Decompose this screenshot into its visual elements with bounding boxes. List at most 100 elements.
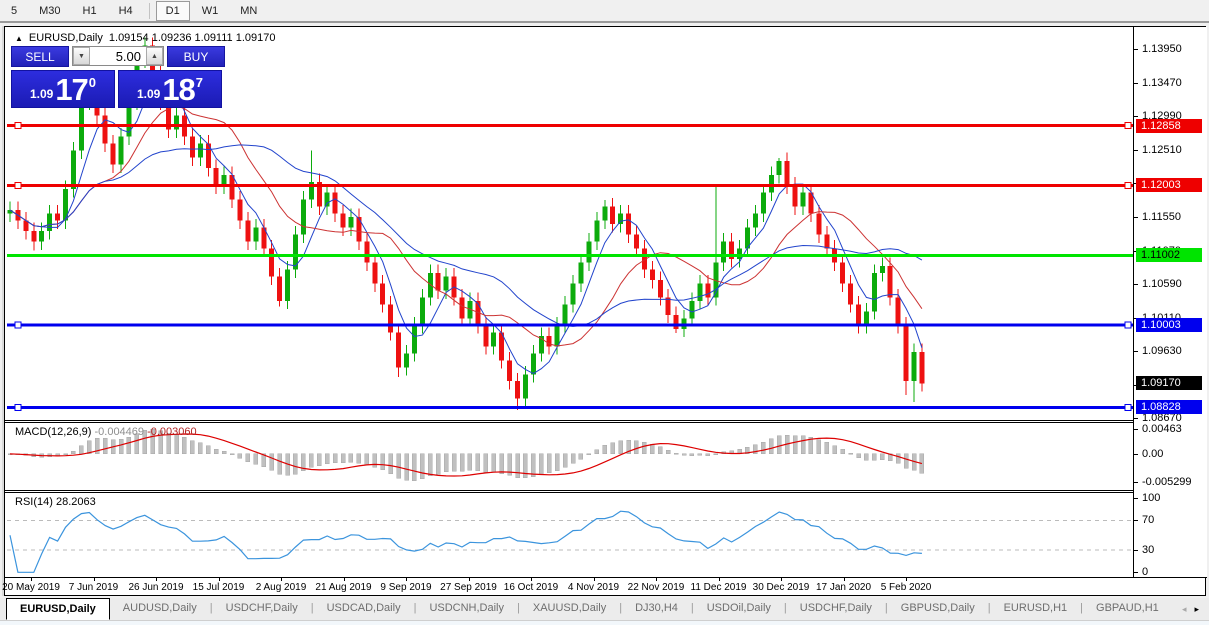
macd-signal-value: -0.003060 (147, 426, 197, 438)
timeframe-button-h1[interactable]: H1 (73, 1, 107, 21)
sell-button[interactable]: SELL (11, 45, 69, 67)
date-label: 30 Dec 2019 (752, 582, 810, 593)
rsi-indicator-label: RSI(14) 28.2063 (15, 496, 96, 508)
axis-tickmark (1134, 49, 1138, 51)
ask-price-prefix: 1.09 (136, 87, 161, 101)
buy-price-button[interactable]: 1.09 18 7 (118, 70, 222, 108)
tab-eurusd-h1[interactable]: EURUSD,H1 (991, 598, 1081, 620)
price-tick: 1.12510 (1142, 143, 1182, 156)
date-axis-line (5, 577, 1207, 578)
price-tick: 1.09630 (1142, 345, 1182, 358)
tab-usdchf-daily[interactable]: USDCHF,Daily (787, 598, 885, 620)
date-tickmark (31, 577, 32, 581)
axis-tickmark (1134, 550, 1138, 552)
current-price-badge: 1.09170 (1136, 376, 1202, 391)
date-label: 16 Oct 2019 (503, 582, 559, 593)
date-tickmark (281, 577, 282, 581)
date-label: 17 Jan 2020 (815, 582, 872, 593)
date-label: 11 Dec 2019 (690, 582, 747, 593)
axis-tickmark (1134, 520, 1138, 522)
chart-title: ▲ EURUSD,Daily 1.09154 1.09236 1.09111 1… (15, 32, 275, 44)
timeframe-toolbar: 5 M30 H1 H4 D1 W1 MN (0, 0, 1209, 23)
timeframe-button-5[interactable]: 5 (1, 1, 27, 21)
date-label: 26 Jun 2019 (128, 582, 184, 593)
tab-gbpaud-h1[interactable]: GBPAUD,H1 (1083, 598, 1172, 620)
tab-audusd-daily[interactable]: AUDUSD,Daily (110, 598, 210, 620)
bid-price-big: 17 (55, 72, 88, 107)
date-label: 20 May 2019 (2, 582, 60, 593)
price-axis[interactable]: 1.139501.134701.129901.125101.120301.115… (1133, 27, 1207, 579)
tab-usdcad-daily[interactable]: USDCAD,Daily (314, 598, 414, 620)
date-label: 22 Nov 2019 (627, 582, 685, 593)
volume-increase-button[interactable]: ▲ (146, 47, 163, 65)
pane-separator-macd[interactable] (5, 420, 1207, 423)
timeframe-button-m30[interactable]: M30 (29, 1, 70, 21)
date-tickmark (406, 577, 407, 581)
tab-usdoil-daily[interactable]: USDOil,Daily (694, 598, 784, 620)
date-tickmark (843, 577, 845, 581)
one-click-trade-panel: SELL ▼ 5.00 ▲ BUY 1.09 17 0 1.09 18 7 (11, 45, 227, 108)
price-tick: 1.13950 (1142, 43, 1182, 56)
bid-price-prefix: 1.09 (29, 87, 54, 101)
timeframe-button-h4[interactable]: H4 (109, 1, 143, 21)
symbol-period-label: EURUSD,Daily (28, 32, 103, 44)
macd-main-value: -0.004469 (94, 426, 145, 438)
toolbar-separator (148, 2, 150, 19)
rsi-scale-tick: 0 (1142, 566, 1149, 579)
ask-price-big: 18 (162, 72, 195, 107)
date-tickmark (156, 577, 157, 581)
axis-tickmark (1134, 351, 1138, 353)
level-price-badge: 1.12003 (1136, 178, 1202, 193)
date-tickmark (718, 577, 720, 581)
chart-window: ▲ EURUSD,Daily 1.09154 1.09236 1.09111 1… (2, 26, 1207, 597)
volume-stepper: ▼ 5.00 ▲ (72, 46, 164, 66)
tab-eurusd-daily[interactable]: EURUSD,Daily (6, 598, 110, 620)
tab-xauusd-daily[interactable]: XAUUSD,Daily (520, 598, 619, 620)
status-strip (0, 620, 1209, 625)
macd-name: MACD(12,26,9) (15, 426, 92, 438)
volume-value[interactable]: 5.00 (90, 47, 146, 65)
date-tickmark (531, 577, 532, 581)
tab-usdchf-daily[interactable]: USDCHF,Daily (213, 598, 311, 620)
date-tickmark (906, 577, 907, 581)
tab-scroll-arrows: ◂ ▸ (1172, 598, 1209, 620)
date-label: 21 Aug 2019 (315, 582, 372, 593)
collapse-icon[interactable]: ▲ (15, 34, 23, 43)
axis-tickmark (1134, 498, 1138, 500)
date-tickmark (343, 577, 345, 581)
date-tickmark (218, 577, 220, 581)
timeframe-button-mn[interactable]: MN (230, 1, 267, 21)
tabs-scroll-left-icon[interactable]: ◂ (1182, 604, 1187, 615)
date-tickmark (656, 577, 657, 581)
date-label: 2 Aug 2019 (255, 582, 307, 593)
mt4-screen: 5 M30 H1 H4 D1 W1 MN ▲ EURUSD,Daily 1.09154 1.… (0, 0, 1209, 625)
ask-price-pip: 7 (195, 75, 204, 90)
volume-decrease-button[interactable]: ▼ (73, 47, 90, 65)
axis-tickmark (1134, 284, 1138, 286)
pane-separator-rsi[interactable] (5, 490, 1207, 493)
level-price-badge: 1.08828 (1136, 400, 1202, 415)
rsi-scale-tick: 100 (1142, 492, 1161, 505)
macd-scale-tick: -0.005299 (1142, 476, 1192, 489)
tab-dj30-h4[interactable]: DJ30,H4 (622, 598, 691, 620)
date-axis[interactable]: 20 May 2019 7 Jun 2019 26 Jun 2019 15 Jul 2… (2, 577, 1133, 597)
tab-usdcnh-daily[interactable]: USDCNH,Daily (416, 598, 517, 620)
sell-price-button[interactable]: 1.09 17 0 (11, 70, 115, 108)
axis-tickmark (1134, 482, 1138, 484)
rsi-name: RSI(14) (15, 496, 53, 508)
timeframe-button-d1[interactable]: D1 (155, 0, 190, 21)
axis-tickmark (1134, 82, 1138, 84)
axis-tickmark (1134, 418, 1138, 420)
date-tickmark (593, 577, 595, 581)
macd-scale-tick: 0.00 (1142, 447, 1164, 460)
timeframe-button-w1[interactable]: W1 (192, 1, 229, 21)
buy-button[interactable]: BUY (167, 45, 225, 67)
tab-gbpusd-daily[interactable]: GBPUSD,Daily (888, 598, 988, 620)
macd-indicator-label: MACD(12,26,9) -0.004469 -0.003060 (15, 426, 197, 438)
chart-canvas[interactable] (5, 27, 1207, 597)
price-tick: 1.11550 (1142, 210, 1181, 223)
date-label: 27 Sep 2019 (440, 582, 497, 593)
tabs-scroll-right-icon[interactable]: ▸ (1194, 604, 1199, 615)
date-label: 9 Sep 2019 (380, 582, 432, 593)
rsi-scale-tick: 70 (1142, 514, 1155, 527)
